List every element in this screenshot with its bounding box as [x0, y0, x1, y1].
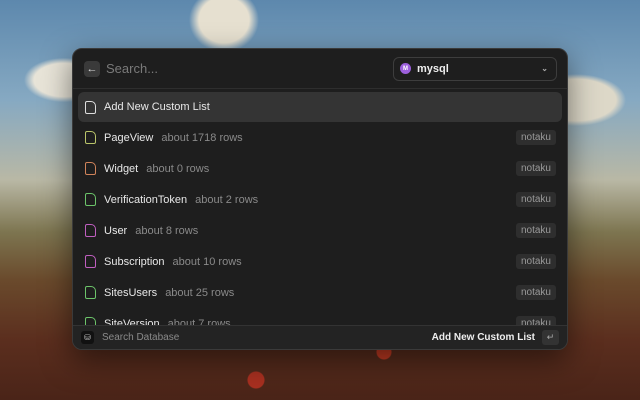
file-icon	[85, 162, 96, 175]
table-row[interactable]: SitesUsers about 25 rows notaku	[78, 277, 562, 308]
database-icon: ⛁	[81, 331, 94, 344]
header: ← M mysql ⌄	[73, 49, 567, 89]
table-name: Subscription	[104, 255, 165, 268]
schema-badge: notaku	[515, 285, 556, 300]
schema-badge: notaku	[515, 223, 556, 238]
row-count: about 25 rows	[165, 286, 235, 299]
file-icon	[85, 193, 96, 206]
table-list: Add New Custom List PageView about 1718 …	[73, 89, 567, 342]
database-avatar: M	[400, 63, 411, 74]
row-count: about 8 rows	[135, 224, 199, 237]
file-icon	[85, 224, 96, 237]
database-select[interactable]: M mysql ⌄	[393, 56, 557, 81]
row-count: about 0 rows	[146, 162, 210, 175]
file-icon	[85, 131, 96, 144]
database-name: mysql	[417, 62, 449, 75]
table-name: SitesUsers	[104, 286, 158, 299]
file-icon	[85, 255, 96, 268]
table-name: Widget	[104, 162, 139, 175]
footer-action-button[interactable]: Add New Custom List	[432, 332, 535, 343]
footer: ⛁ Search Database Add New Custom List ↵	[73, 325, 567, 349]
table-row[interactable]: Widget about 0 rows notaku	[78, 153, 562, 184]
enter-key-icon: ↵	[542, 330, 559, 345]
table-name: VerificationToken	[104, 193, 188, 206]
add-custom-list-label: Add New Custom List	[104, 101, 210, 113]
table-row[interactable]: Subscription about 10 rows notaku	[78, 246, 562, 277]
table-name: PageView	[104, 131, 154, 144]
row-count: about 2 rows	[195, 193, 259, 206]
table-row[interactable]: User about 8 rows notaku	[78, 215, 562, 246]
schema-badge: notaku	[515, 130, 556, 145]
row-count: about 1718 rows	[161, 131, 243, 144]
file-icon	[85, 286, 96, 299]
back-arrow-icon[interactable]: ←	[84, 60, 100, 77]
schema-badge: notaku	[515, 254, 556, 269]
search-input[interactable]	[106, 61, 393, 76]
chevron-down-icon: ⌄	[541, 64, 548, 73]
schema-badge: notaku	[515, 192, 556, 207]
file-plus-icon	[85, 100, 96, 114]
add-custom-list-item[interactable]: Add New Custom List	[78, 92, 562, 122]
footer-label: Search Database	[102, 332, 180, 343]
table-row[interactable]: VerificationToken about 2 rows notaku	[78, 184, 562, 215]
row-count: about 10 rows	[172, 255, 242, 268]
schema-badge: notaku	[515, 161, 556, 176]
table-row[interactable]: PageView about 1718 rows notaku	[78, 122, 562, 153]
table-name: User	[104, 224, 128, 237]
command-palette: ← M mysql ⌄ Add New Custom List PageView…	[72, 48, 568, 350]
